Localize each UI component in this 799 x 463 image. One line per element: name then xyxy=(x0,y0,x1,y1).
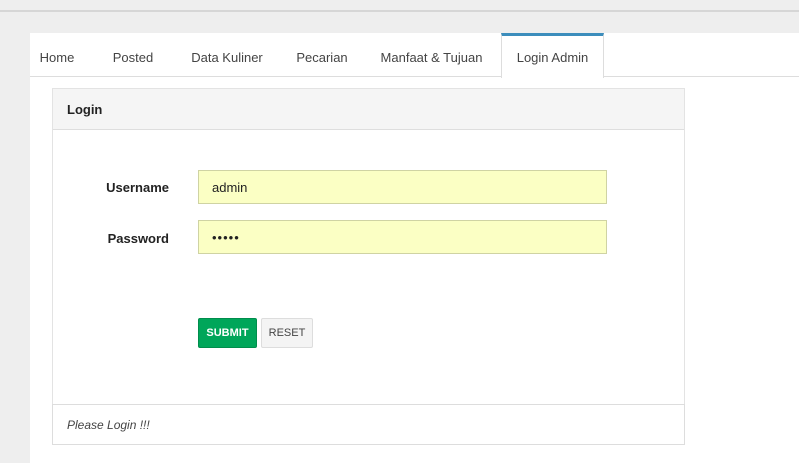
nav-tabs: Home Posted Data Kuliner Pecarian Manfaa… xyxy=(30,33,799,78)
top-divider xyxy=(0,10,799,12)
login-panel: Login Username Password SUBMIT RESET xyxy=(52,88,685,445)
status-message: Please Login !!! xyxy=(67,418,150,432)
submit-button[interactable]: SUBMIT xyxy=(198,318,257,348)
main-content: Home Posted Data Kuliner Pecarian Manfaa… xyxy=(30,33,799,463)
tab-login-admin[interactable]: Login Admin xyxy=(501,33,604,78)
password-label: Password xyxy=(107,231,169,246)
tab-posted[interactable]: Posted xyxy=(102,33,164,77)
status-panel: Please Login !!! xyxy=(52,404,685,445)
login-panel-header: Login xyxy=(53,89,684,130)
tab-data-kuliner[interactable]: Data Kuliner xyxy=(180,33,274,77)
username-label: Username xyxy=(106,180,169,195)
password-input[interactable] xyxy=(198,220,607,254)
tab-manfaat-tujuan[interactable]: Manfaat & Tujuan xyxy=(373,33,490,77)
username-input[interactable] xyxy=(198,170,607,204)
login-panel-title: Login xyxy=(67,102,103,117)
tab-pecarian[interactable]: Pecarian xyxy=(288,33,356,77)
tab-home[interactable]: Home xyxy=(30,33,84,77)
reset-button[interactable]: RESET xyxy=(261,318,313,348)
